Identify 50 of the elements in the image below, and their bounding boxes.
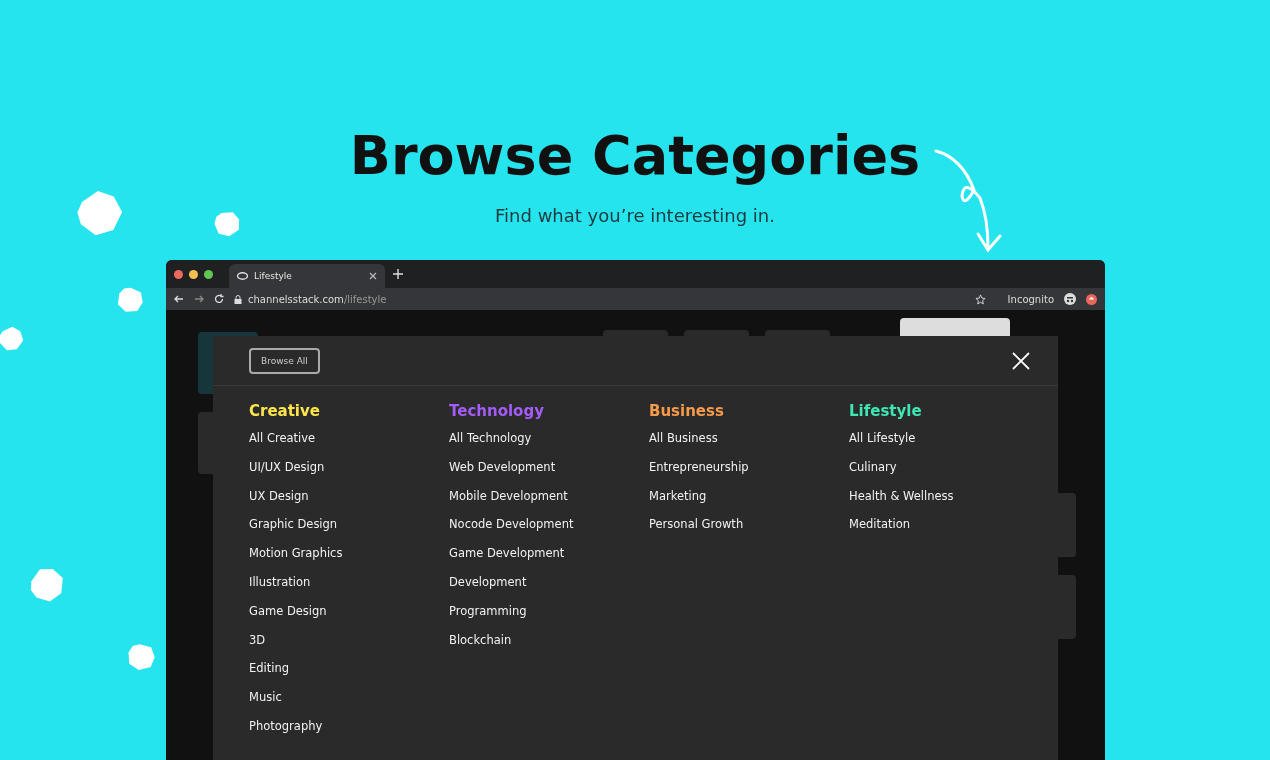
new-tab-icon[interactable] xyxy=(393,269,403,279)
category-link[interactable]: UX Design xyxy=(249,488,309,503)
category-link[interactable]: All Creative xyxy=(249,431,316,445)
extension-icon[interactable] xyxy=(1086,293,1097,305)
category-heading[interactable]: Lifestyle xyxy=(849,402,1049,424)
browser-tab[interactable]: Lifestyle xyxy=(229,264,385,288)
page-heading: Browse Categories xyxy=(349,124,921,187)
category-link[interactable]: All Business xyxy=(649,431,718,445)
address-bar-url[interactable]: channelsstack.com/lifestyle xyxy=(248,293,387,305)
back-arrow-icon[interactable] xyxy=(174,294,184,304)
category-heading[interactable]: Business xyxy=(649,402,849,424)
category-link[interactable]: Health & Wellness xyxy=(849,488,954,503)
incognito-icon[interactable] xyxy=(1064,293,1076,305)
category-link[interactable]: Web Development xyxy=(449,459,556,474)
category-link[interactable]: Personal Growth xyxy=(649,517,744,532)
category-heading[interactable]: Technology xyxy=(449,402,649,424)
category-link[interactable]: All Lifestyle xyxy=(849,431,916,445)
category-link[interactable]: Motion Graphics xyxy=(249,546,343,561)
category-link[interactable]: 3D xyxy=(249,632,266,647)
profile-label: Incognito xyxy=(1007,293,1054,305)
category-link[interactable]: Marketing xyxy=(649,488,707,503)
category-link[interactable]: Meditation xyxy=(849,517,911,532)
category-link[interactable]: Entrepreneurship xyxy=(649,459,749,474)
close-window-icon[interactable] xyxy=(174,269,183,279)
category-link[interactable]: Game Development xyxy=(449,546,565,561)
star-icon[interactable] xyxy=(974,293,986,305)
close-icon[interactable] xyxy=(369,272,377,280)
category-link[interactable]: Graphic Design xyxy=(249,517,338,532)
category-link[interactable]: Photography xyxy=(249,718,323,733)
category-link[interactable]: Programming xyxy=(449,603,527,618)
category-link[interactable]: Nocode Development xyxy=(449,517,574,532)
lock-icon xyxy=(234,294,242,304)
site-logo-icon xyxy=(237,272,248,280)
browse-all-button[interactable]: Browse All xyxy=(249,347,320,374)
category-link[interactable]: Editing xyxy=(249,661,290,676)
category-link[interactable]: Blockchain xyxy=(449,632,512,647)
category-link[interactable]: Music xyxy=(249,690,282,705)
maximize-icon[interactable] xyxy=(204,269,213,279)
forward-arrow-icon[interactable] xyxy=(194,294,204,304)
category-link[interactable]: Culinary xyxy=(849,459,897,474)
reload-icon[interactable] xyxy=(214,294,224,304)
category-link[interactable]: Illustration xyxy=(249,575,311,589)
page-subtitle: Find what you’re interesting in. xyxy=(495,205,775,226)
category-heading[interactable]: Creative xyxy=(249,402,449,424)
category-link[interactable]: All Technology xyxy=(449,431,532,445)
category-link[interactable]: Game Design xyxy=(249,603,327,618)
minimize-icon[interactable] xyxy=(189,269,198,279)
category-link[interactable]: UI/UX Design xyxy=(249,459,325,474)
category-link[interactable]: Development xyxy=(449,575,527,589)
category-link[interactable]: Mobile Development xyxy=(449,488,568,503)
